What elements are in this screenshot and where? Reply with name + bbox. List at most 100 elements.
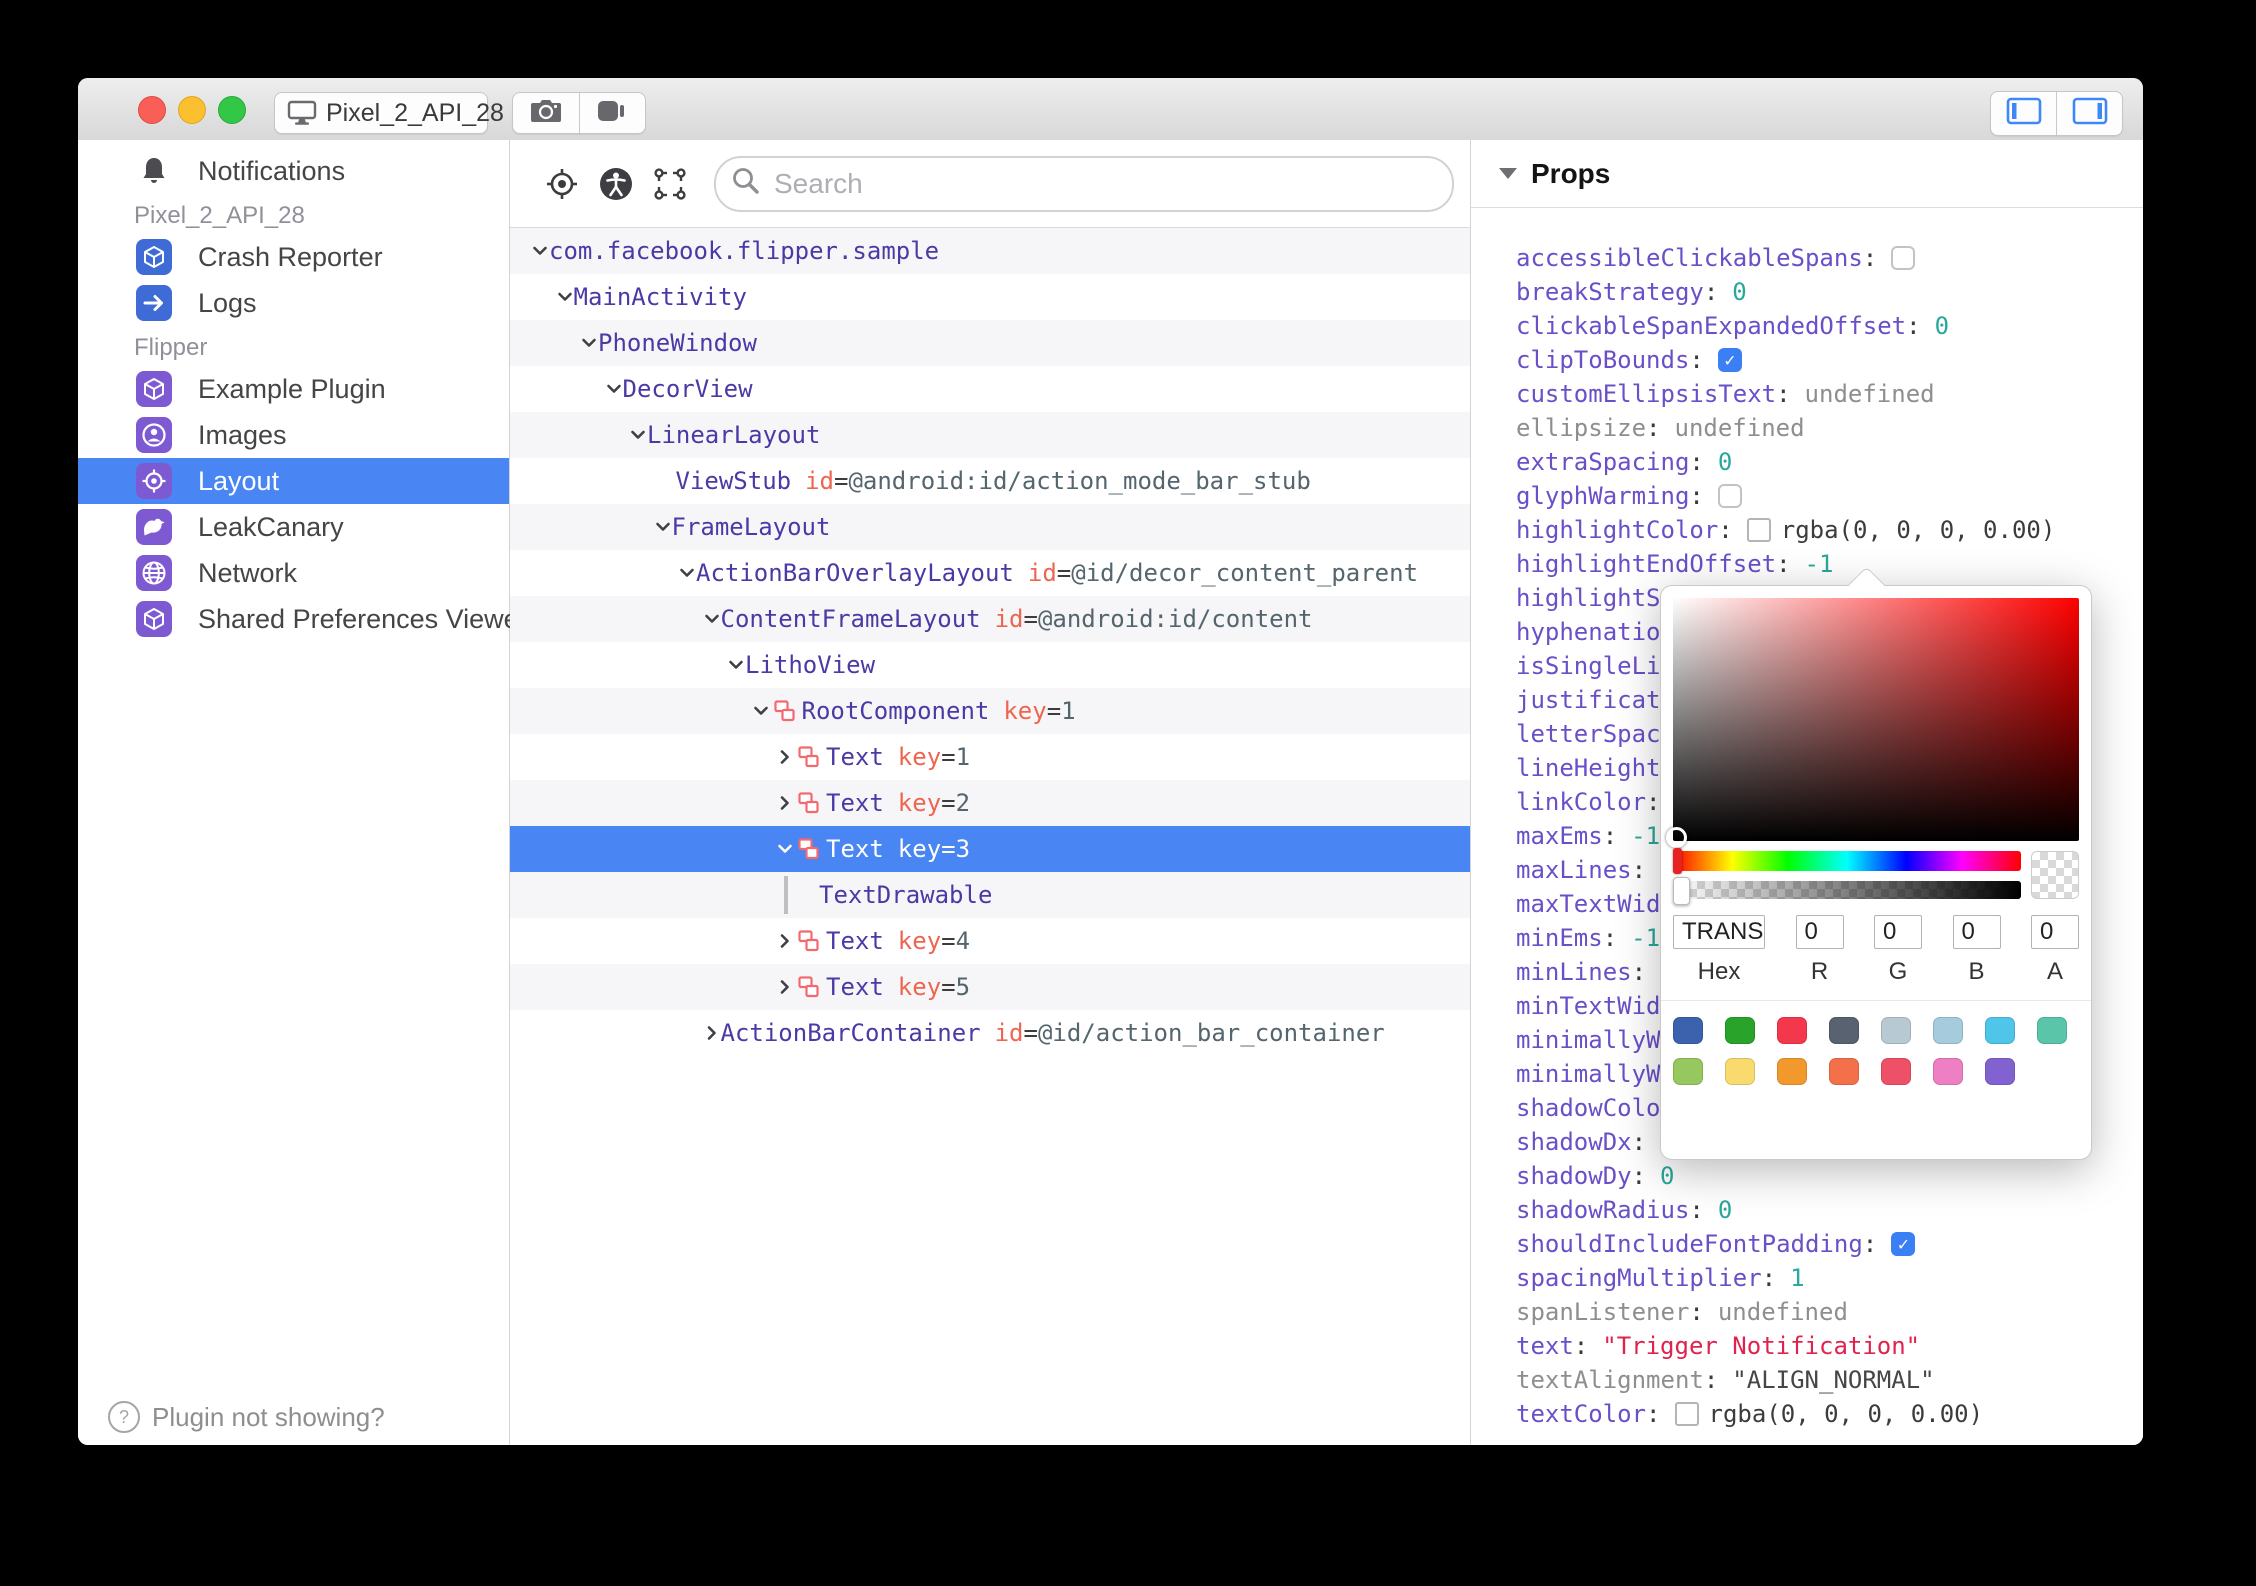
toggle-right-panel-button[interactable] bbox=[2057, 92, 2122, 135]
plugin-not-showing-link[interactable]: ? Plugin not showing? bbox=[108, 1401, 385, 1433]
tree-node-text[interactable]: Text key = 5 bbox=[510, 964, 1470, 1010]
hue-slider[interactable] bbox=[1673, 848, 2021, 874]
prop-value[interactable]: 0 bbox=[1732, 278, 1746, 306]
prop-value[interactable]: -1 bbox=[1631, 924, 1660, 952]
preset-color-swatch[interactable] bbox=[1673, 1017, 1703, 1044]
sidebar-item-crash-reporter[interactable]: Crash Reporter bbox=[78, 234, 509, 280]
chevron-down-icon[interactable] bbox=[727, 642, 745, 688]
prop-value[interactable]: -1 bbox=[1631, 822, 1660, 850]
prop-value[interactable]: 0 bbox=[1935, 312, 1949, 340]
tree-node-mainactivity[interactable]: MainActivity bbox=[510, 274, 1470, 320]
chevron-right-icon[interactable] bbox=[703, 1010, 721, 1056]
select-area-button[interactable] bbox=[652, 166, 688, 202]
chevron-down-icon[interactable] bbox=[556, 274, 574, 320]
tree-node-text[interactable]: Text key = 2 bbox=[510, 780, 1470, 826]
tree-node-rootcomponent[interactable]: RootComponent key = 1 bbox=[510, 688, 1470, 734]
sidebar-item-network[interactable]: Network bbox=[78, 550, 509, 596]
zoom-button[interactable] bbox=[218, 96, 246, 124]
close-button[interactable] bbox=[138, 96, 166, 124]
blue-input[interactable]: 0 bbox=[1952, 915, 2001, 949]
preset-color-swatch[interactable] bbox=[1933, 1058, 1963, 1085]
tree-node-text[interactable]: Text key = 4 bbox=[510, 918, 1470, 964]
alpha-slider-thumb[interactable] bbox=[1673, 877, 1690, 905]
sidebar-item-images[interactable]: Images bbox=[78, 412, 509, 458]
tree-node-lithoview[interactable]: LithoView bbox=[510, 642, 1470, 688]
preset-color-swatch[interactable] bbox=[1829, 1017, 1859, 1044]
preset-color-swatch[interactable] bbox=[1985, 1058, 2015, 1085]
pick-element-button[interactable] bbox=[544, 166, 580, 202]
red-input[interactable]: 0 bbox=[1795, 915, 1844, 949]
alpha-input[interactable]: 0 bbox=[2031, 915, 2079, 949]
unchecked-checkbox[interactable] bbox=[1891, 246, 1916, 270]
device-selector-button[interactable]: Pixel_2_API_28 bbox=[274, 92, 504, 134]
titlebar[interactable]: Pixel_2_API_28 bbox=[78, 78, 2143, 141]
chevron-down-icon[interactable] bbox=[531, 228, 549, 274]
chevron-right-icon[interactable] bbox=[776, 780, 794, 826]
chevron-right-icon[interactable] bbox=[776, 964, 794, 1010]
screenshot-button[interactable] bbox=[513, 93, 580, 133]
prop-value[interactable]: -1 bbox=[1805, 550, 1834, 578]
prop-value[interactable]: 0 bbox=[1718, 448, 1732, 476]
chevron-down-icon[interactable] bbox=[580, 320, 598, 366]
sidebar-item-logs[interactable]: Logs bbox=[78, 280, 509, 326]
sidebar-item-notifications[interactable]: Notifications bbox=[78, 148, 509, 194]
accessibility-mode-button[interactable] bbox=[598, 166, 634, 202]
tree-node-linearlayout[interactable]: LinearLayout bbox=[510, 412, 1470, 458]
preset-color-swatch[interactable] bbox=[1829, 1058, 1859, 1085]
tree-node-phonewindow[interactable]: PhoneWindow bbox=[510, 320, 1470, 366]
sidebar-item-layout[interactable]: Layout bbox=[78, 458, 509, 504]
preset-color-swatch[interactable] bbox=[1933, 1017, 1963, 1044]
chevron-down-icon[interactable] bbox=[752, 688, 770, 734]
tree-node-actionbarcontainer[interactable]: ActionBarContainer id = @id/action_bar_cont… bbox=[510, 1010, 1470, 1056]
chevron-down-icon[interactable] bbox=[654, 504, 672, 550]
chevron-right-icon[interactable] bbox=[776, 734, 794, 780]
checked-checkbox[interactable]: ✓ bbox=[1891, 1232, 1916, 1256]
tree-node-contentframelayout[interactable]: ContentFrameLayout id = @android:id/content bbox=[510, 596, 1470, 642]
chevron-down-icon[interactable] bbox=[703, 596, 721, 642]
color-swatch-button[interactable] bbox=[1746, 518, 1771, 542]
sidebar-item-example-plugin[interactable]: Example Plugin bbox=[78, 366, 509, 412]
preset-color-swatch[interactable] bbox=[1725, 1058, 1755, 1085]
screen-record-button[interactable] bbox=[580, 93, 646, 133]
tree-node-viewstub[interactable]: ViewStub id = @android:id/action_mode_bar_s… bbox=[510, 458, 1470, 504]
alpha-slider[interactable] bbox=[1673, 877, 2021, 905]
hex-input[interactable]: TRANS bbox=[1673, 915, 1765, 949]
tree-node-decorview[interactable]: DecorView bbox=[510, 366, 1470, 412]
props-header[interactable]: Props bbox=[1471, 140, 2143, 208]
preset-color-swatch[interactable] bbox=[1777, 1017, 1807, 1044]
chevron-down-icon[interactable] bbox=[605, 366, 623, 412]
preset-color-swatch[interactable] bbox=[1777, 1058, 1807, 1085]
unchecked-checkbox[interactable] bbox=[1717, 484, 1742, 508]
saturation-area[interactable] bbox=[1666, 598, 2079, 848]
minimize-button[interactable] bbox=[178, 96, 206, 124]
green-input[interactable]: 0 bbox=[1874, 915, 1922, 949]
preset-color-swatch[interactable] bbox=[1673, 1058, 1703, 1085]
prop-value[interactable]: 1 bbox=[1790, 1264, 1804, 1292]
tree-node-actionbaroverlaylayout[interactable]: ActionBarOverlayLayout id = @id/decor_conte… bbox=[510, 550, 1470, 596]
sidebar-item-shared-preferences-viewer[interactable]: Shared Preferences Viewer bbox=[78, 596, 528, 642]
checked-checkbox[interactable]: ✓ bbox=[1717, 348, 1742, 372]
chevron-down-icon[interactable] bbox=[776, 826, 794, 872]
toggle-left-panel-button[interactable] bbox=[1991, 92, 2057, 135]
prop-value[interactable]: 0 bbox=[1718, 1196, 1732, 1224]
tree-node-framelayout[interactable]: FrameLayout bbox=[510, 504, 1470, 550]
tree-node-text[interactable]: Text key = 3 bbox=[510, 826, 1470, 872]
color-swatch-button[interactable] bbox=[1674, 1402, 1699, 1426]
sidebar-item-leakcanary[interactable]: LeakCanary bbox=[78, 504, 509, 550]
tree-node-text[interactable]: Text key = 1 bbox=[510, 734, 1470, 780]
saturation-cursor[interactable] bbox=[1666, 827, 1687, 848]
preset-color-swatch[interactable] bbox=[1881, 1017, 1911, 1044]
chevron-down-icon[interactable] bbox=[678, 550, 696, 596]
hue-slider-thumb[interactable] bbox=[1673, 848, 1682, 874]
chevron-right-icon[interactable] bbox=[776, 918, 794, 964]
preset-color-swatch[interactable] bbox=[1725, 1017, 1755, 1044]
search-box[interactable] bbox=[714, 155, 1454, 212]
chevron-down-icon[interactable] bbox=[629, 412, 647, 458]
preset-color-swatch[interactable] bbox=[2037, 1017, 2067, 1044]
prop-value[interactable]: "Trigger Notification" bbox=[1602, 1332, 1920, 1360]
tree-node-textdrawable[interactable]: TextDrawable bbox=[510, 872, 1470, 918]
search-input[interactable] bbox=[772, 166, 1444, 201]
tree-node-com-facebook-flipper-sample[interactable]: com.facebook.flipper.sample bbox=[510, 228, 1470, 274]
preset-color-swatch[interactable] bbox=[1881, 1058, 1911, 1085]
preset-color-swatch[interactable] bbox=[1985, 1017, 2015, 1044]
